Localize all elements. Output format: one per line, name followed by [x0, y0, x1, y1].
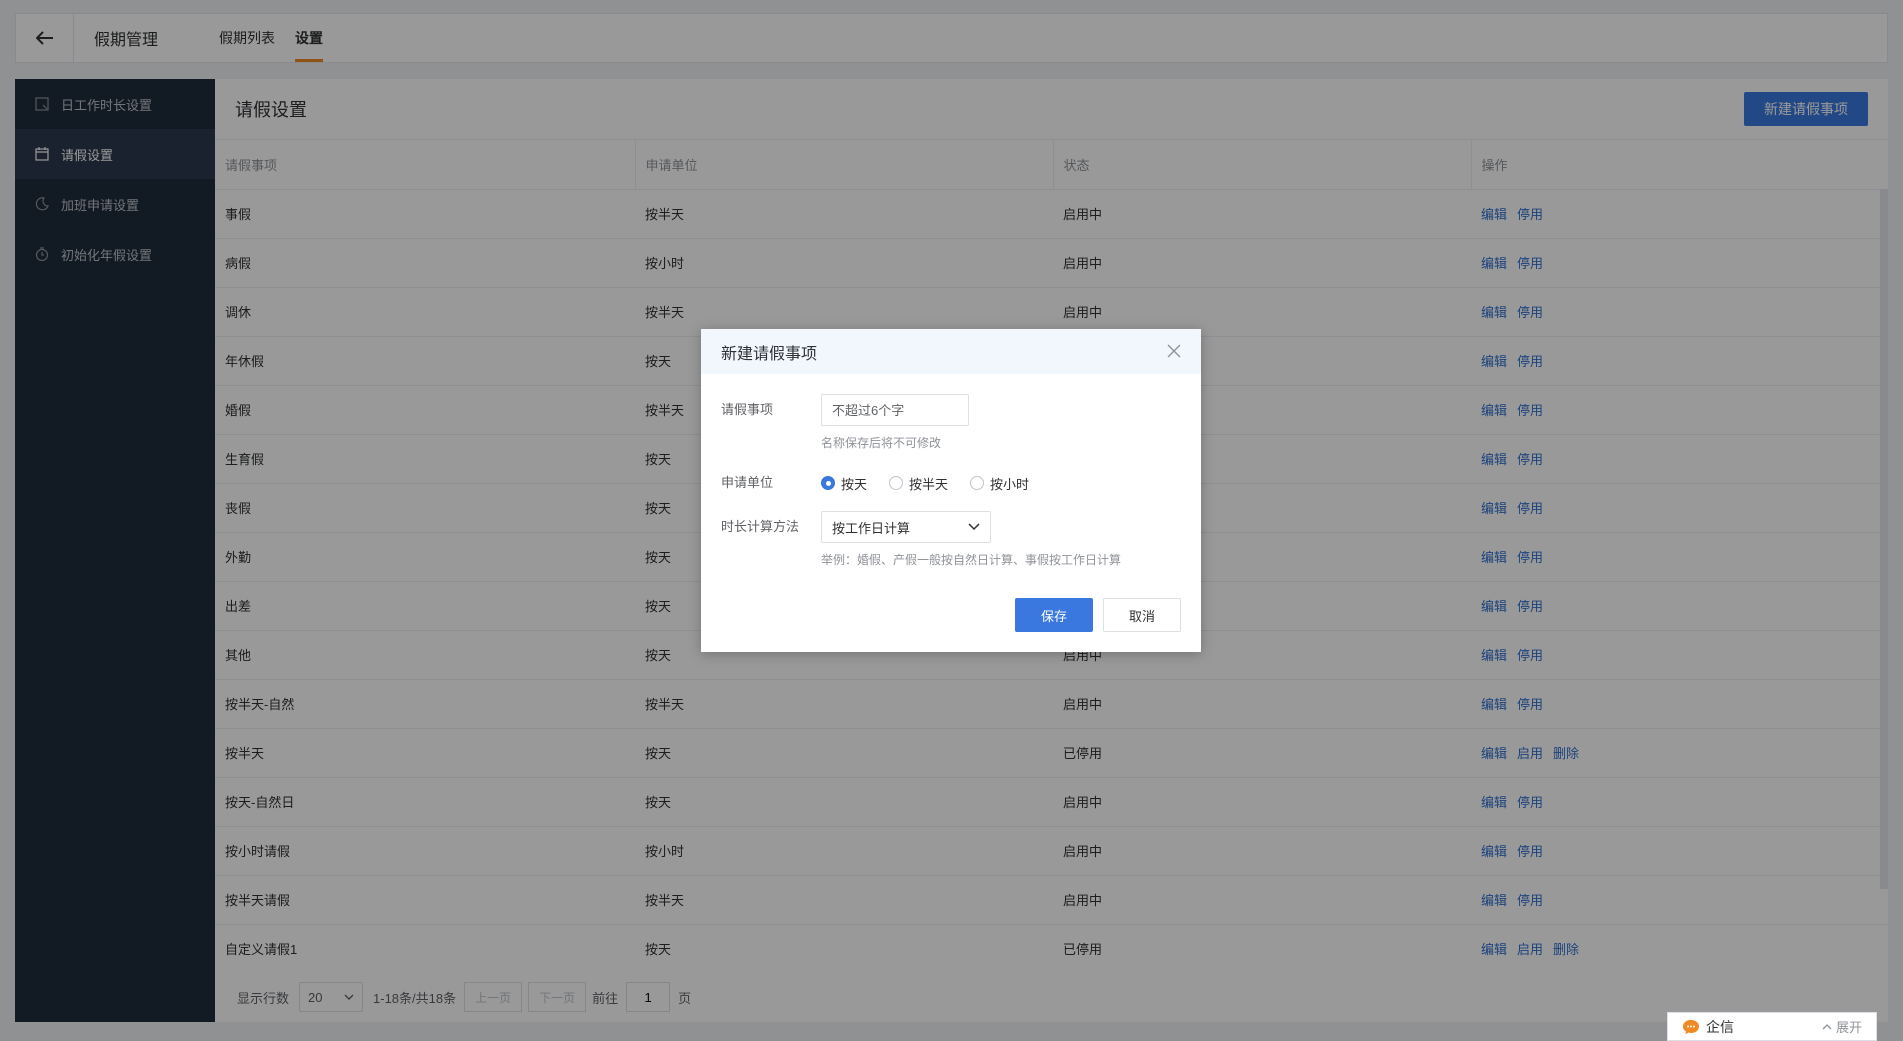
duration-method-select[interactable]: 按工作日计算: [821, 511, 991, 543]
leave-name-hint: 名称保存后将不可修改: [821, 436, 942, 450]
unit-radio-day[interactable]: 按天: [821, 474, 867, 493]
radio-checked-icon: [821, 476, 835, 490]
dialog-header: 新建请假事项: [701, 329, 1201, 374]
radio-label: 按小时: [990, 476, 1030, 492]
unit-label: 申请单位: [721, 475, 774, 490]
qixin-label: 企信: [1706, 1018, 1734, 1035]
dialog-title: 新建请假事项: [721, 345, 818, 363]
duration-method-hint: 举例：婚假、产假一般按自然日计算、事假按工作日计算: [821, 553, 1122, 567]
duration-method-value: 按工作日计算: [832, 520, 911, 536]
radio-unchecked-icon: [970, 476, 985, 490]
new-leave-type-dialog: 新建请假事项 请假事项 名称保存后将不可修改 申请单位 按天 按半天: [701, 329, 1201, 652]
form-row-name: 请假事项 名称保存后将不可修改: [721, 394, 1181, 451]
cancel-button[interactable]: 取消: [1103, 598, 1181, 632]
close-icon[interactable]: [1167, 344, 1183, 360]
form-row-method: 时长计算方法 按工作日计算 举例：婚假、产假一般按自然日计算、事假按工作日计算: [721, 511, 1181, 568]
radio-unchecked-icon: [889, 476, 904, 490]
leave-name-input[interactable]: [821, 394, 969, 426]
radio-label: 按半天: [909, 476, 949, 492]
radio-label: 按天: [841, 476, 868, 492]
leave-name-label: 请假事项: [721, 402, 774, 417]
method-label: 时长计算方法: [721, 519, 800, 534]
qixin-chat-widget[interactable]: 企信 展开: [1667, 1012, 1877, 1041]
unit-radio-group: 按天 按半天 按小时: [821, 467, 1051, 499]
chevron-up-icon: [1822, 1023, 1832, 1029]
qixin-expand-label[interactable]: 展开: [1836, 1017, 1862, 1036]
unit-radio-half-day[interactable]: 按半天: [889, 474, 948, 493]
chevron-down-icon: [968, 523, 980, 531]
unit-radio-hour[interactable]: 按小时: [970, 474, 1029, 493]
chat-bubble-icon: [1683, 1019, 1699, 1034]
save-button[interactable]: 保存: [1015, 598, 1093, 632]
dialog-body: 请假事项 名称保存后将不可修改 申请单位 按天 按半天 按小时: [701, 374, 1201, 568]
dialog-footer: 保存 取消: [1015, 598, 1181, 632]
form-row-unit: 申请单位 按天 按半天 按小时: [721, 467, 1181, 499]
